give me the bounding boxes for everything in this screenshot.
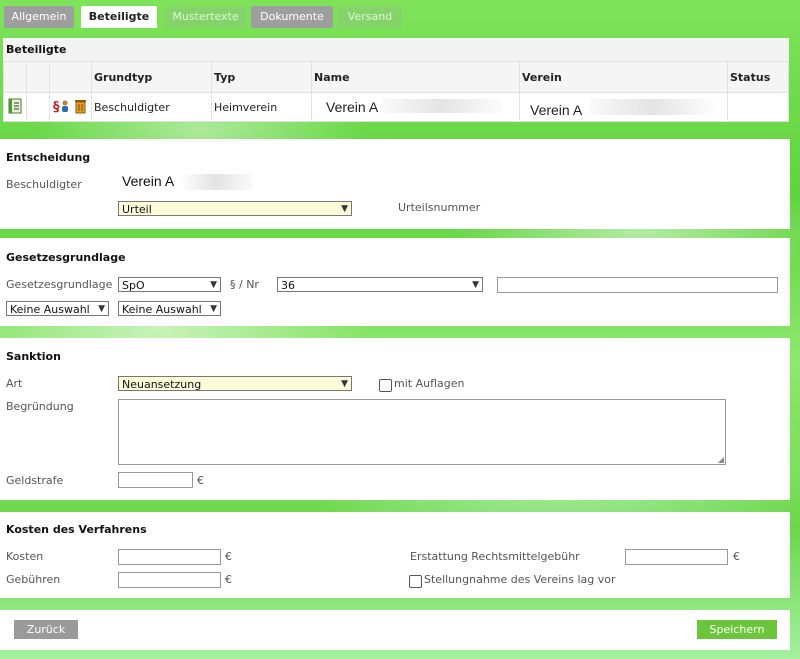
beschuldigter-value: Verein A	[122, 173, 175, 189]
sanktion-title: Sanktion	[6, 350, 61, 363]
cell-grundtyp: Beschuldigter	[91, 92, 212, 122]
entscheidung-panel: Entscheidung Beschuldigter Verein A Urte…	[0, 139, 790, 229]
col-header-typ[interactable]: Typ	[211, 61, 312, 93]
paragraph-person-icon[interactable]: §	[53, 98, 69, 117]
chevron-down-icon: ▼	[472, 280, 479, 290]
tab-dokumente[interactable]: Dokumente	[251, 6, 333, 28]
sanktion-panel: Sanktion Art Neuansetzung ▼ mit Auflagen…	[0, 338, 790, 500]
table-header-row: Grundtyp Typ Name Verein Status	[3, 61, 789, 93]
col-header-icon3	[49, 61, 92, 93]
cell-typ: Heimverein	[211, 92, 312, 122]
stellungnahme-label: Stellungnahme des Vereins lag vor	[424, 573, 616, 586]
tab-allgemein[interactable]: Allgemein	[4, 6, 74, 28]
name-text: Verein A	[326, 99, 379, 115]
col-header-status[interactable]: Status	[727, 61, 789, 93]
grundlage-select[interactable]: SpO ▼	[118, 277, 221, 292]
entscheidung-select-value: Urteil	[122, 203, 152, 216]
save-button[interactable]: Speichern	[697, 620, 777, 639]
geldstrafe-label: Geldstrafe	[6, 474, 64, 487]
gebuehren-currency: €	[225, 573, 232, 586]
row-actions: §	[49, 92, 92, 122]
beschuldigter-label: Beschuldigter	[6, 178, 82, 191]
redacted-blur	[590, 99, 715, 115]
trash-icon[interactable]	[73, 98, 88, 117]
gesetzesgrundlage-label: Gesetzesgrundlage	[6, 278, 113, 291]
begruendung-textarea[interactable]: ◢	[118, 399, 726, 465]
beteiligte-panel: Beteiligte Grundtyp Typ Name Verein Stat…	[0, 34, 790, 124]
grundlage-select-value: SpO	[122, 279, 145, 292]
erstattung-input[interactable]	[625, 549, 728, 565]
entscheidung-title: Entscheidung	[6, 151, 91, 164]
nr-select-value: 36	[281, 279, 295, 292]
beteiligte-header-bar	[3, 38, 789, 61]
select-a-value: Keine Auswahl	[10, 303, 90, 316]
geldstrafe-currency: €	[197, 474, 204, 487]
footer-bar: Zurück Speichern	[0, 610, 790, 650]
keine-auswahl-select-a[interactable]: Keine Auswahl ▼	[6, 301, 109, 316]
paragraph-label: § / Nr	[230, 278, 259, 291]
geldstrafe-input[interactable]	[118, 472, 193, 488]
gebuehren-label: Gebühren	[6, 573, 61, 586]
col-header-grundtyp[interactable]: Grundtyp	[91, 61, 212, 93]
gesetzesgrundlage-title: Gesetzesgrundlage	[6, 251, 126, 264]
empty-cell	[26, 92, 50, 122]
col-header-icon1	[3, 61, 27, 93]
participants-table: Grundtyp Typ Name Verein Status § Beschu…	[3, 61, 789, 122]
kosten-input[interactable]	[118, 549, 221, 565]
cell-verein: Verein A	[519, 92, 728, 122]
chevron-down-icon: ▼	[98, 304, 105, 314]
select-b-value: Keine Auswahl	[122, 303, 202, 316]
verein-text: Verein A	[530, 102, 583, 118]
keine-auswahl-select-b[interactable]: Keine Auswahl ▼	[118, 301, 221, 316]
tab-beteiligte[interactable]: Beteiligte	[81, 6, 157, 28]
col-header-icon2	[26, 61, 50, 93]
table-row: § Beschuldigter Heimverein Verein A Vere…	[3, 92, 789, 122]
urteilsnummer-label: Urteilsnummer	[398, 201, 481, 214]
col-header-verein[interactable]: Verein	[519, 61, 728, 93]
mit-auflagen-checkbox[interactable]	[379, 379, 392, 392]
begruendung-label: Begründung	[6, 400, 74, 413]
resize-handle-icon[interactable]: ◢	[718, 455, 724, 464]
art-select[interactable]: Neuansetzung ▼	[118, 376, 352, 391]
svg-text:§: §	[53, 100, 60, 114]
art-label: Art	[6, 377, 23, 390]
chevron-down-icon: ▼	[341, 204, 348, 214]
erstattung-currency: €	[733, 550, 740, 563]
kosten-title: Kosten des Verfahrens	[6, 523, 147, 536]
kosten-panel: Kosten des Verfahrens Kosten € Erstattun…	[0, 512, 790, 598]
chevron-down-icon: ▼	[341, 379, 348, 389]
tab-mustertexte: Mustertexte	[165, 6, 246, 28]
back-button[interactable]: Zurück	[14, 620, 78, 639]
kosten-label: Kosten	[6, 550, 44, 563]
stellungnahme-checkbox[interactable]	[409, 575, 422, 588]
document-list-icon[interactable]	[3, 92, 27, 122]
redacted-blur	[382, 99, 502, 113]
beteiligte-title: Beteiligte	[6, 43, 67, 56]
erstattung-label: Erstattung Rechtsmittelgebühr	[410, 550, 580, 563]
redacted-blur	[180, 174, 252, 190]
chevron-down-icon: ▼	[210, 304, 217, 314]
entscheidung-select[interactable]: Urteil ▼	[118, 201, 352, 216]
kosten-currency: €	[225, 550, 232, 563]
cell-status	[727, 92, 789, 122]
mit-auflagen-label: mit Auflagen	[394, 377, 465, 390]
art-select-value: Neuansetzung	[122, 378, 202, 391]
tab-versand: Versand	[338, 6, 402, 28]
nr-select[interactable]: 36 ▼	[277, 277, 483, 292]
col-header-name[interactable]: Name	[311, 61, 520, 93]
gesetzesgrundlage-extra-input[interactable]	[497, 277, 778, 293]
chevron-down-icon: ▼	[210, 280, 217, 290]
gebuehren-input[interactable]	[118, 572, 221, 588]
gesetzesgrundlage-panel: Gesetzesgrundlage Gesetzesgrundlage SpO …	[0, 238, 790, 326]
cell-name: Verein A	[311, 92, 520, 122]
